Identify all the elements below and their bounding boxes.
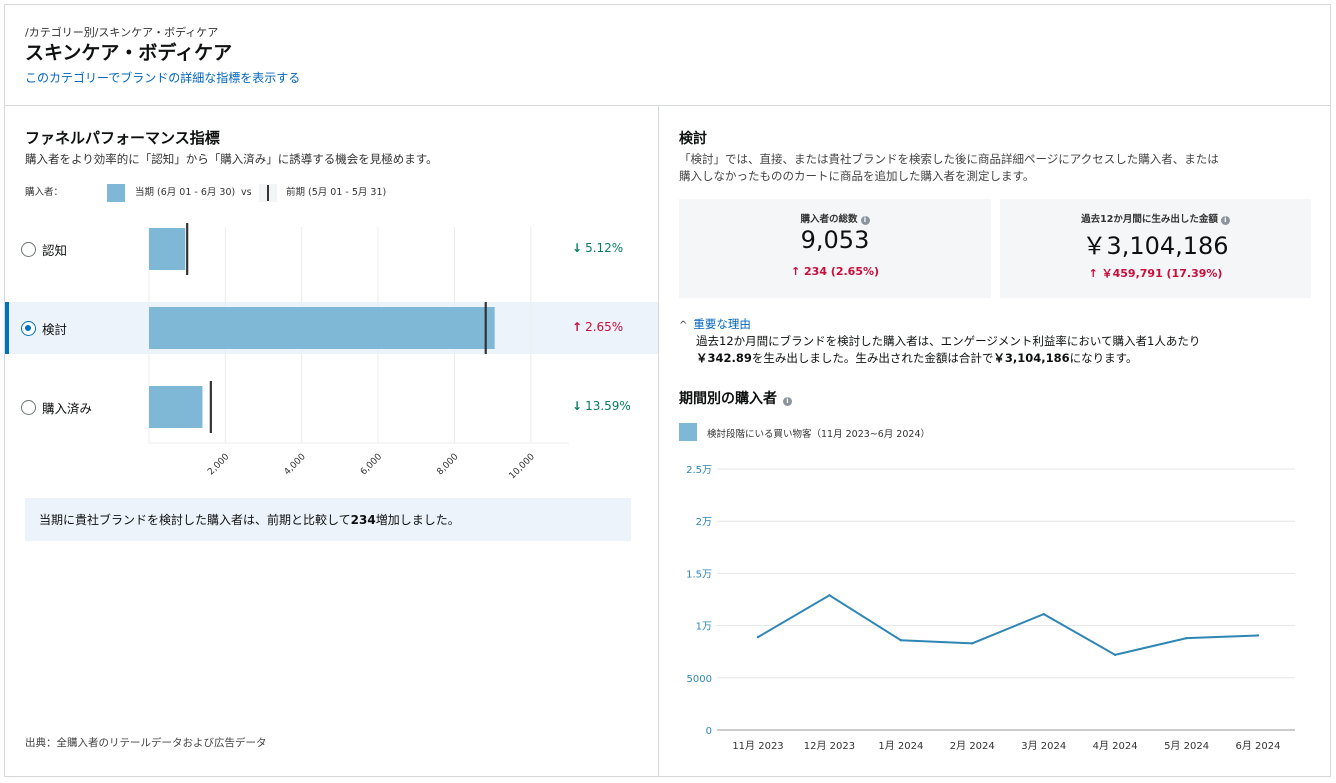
series-line <box>757 594 1259 656</box>
x-tick-label: 5月 2024 <box>1164 740 1209 752</box>
x-tick-label: 2月 2024 <box>950 740 995 752</box>
data-point <box>899 639 903 642</box>
data-point <box>756 635 760 639</box>
y-tick-label: 5000 <box>687 674 712 685</box>
x-tick-label: 11月 2023 <box>732 740 783 752</box>
data-point <box>1185 636 1188 640</box>
dashboard-frame: /カテゴリー別/スキンケア・ボディケア スキンケア・ボディケア このカテゴリーで… <box>4 4 1331 777</box>
x-tick-label: 6月 2024 <box>1236 740 1281 752</box>
data-point <box>1042 612 1045 616</box>
y-tick-label: 1.5万 <box>686 569 712 580</box>
x-tick-label: 3月 2024 <box>1021 740 1066 752</box>
y-tick-label: 2万 <box>696 517 712 528</box>
data-point <box>1113 653 1117 657</box>
shoppers-line-chart: 0 5000 1万 1.5万 2万 2.5万 11月 2023 12月 2023 1月 2024… <box>686 465 1295 752</box>
x-tick-label: 4月 2024 <box>1093 740 1138 752</box>
y-tick-label: 2.5万 <box>686 465 712 476</box>
y-tick-label: 1万 <box>696 622 712 633</box>
data-point <box>971 642 974 645</box>
x-tick-label: 12月 2023 <box>804 740 855 752</box>
data-point <box>1256 634 1260 637</box>
y-tick-label: 0 <box>706 726 712 737</box>
x-tick-label: 1月 2024 <box>878 740 923 752</box>
data-point <box>828 594 831 597</box>
